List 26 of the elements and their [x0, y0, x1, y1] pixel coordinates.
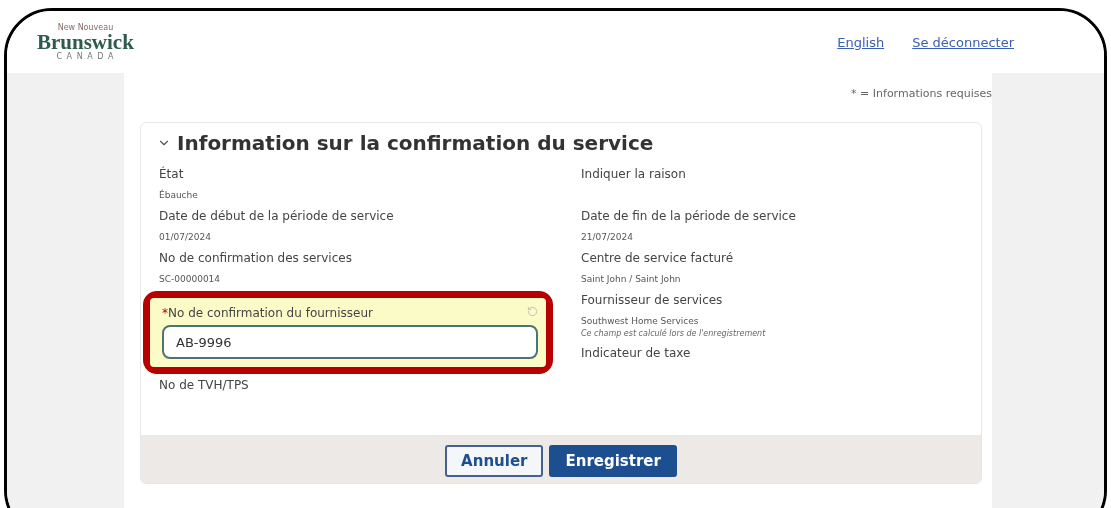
field-label: No de confirmation du fournisseur — [168, 306, 373, 320]
field-label: Indicateur de taxe — [581, 346, 692, 360]
field-label: Indiquer la raison — [581, 167, 687, 181]
field-value: Southwest Home Services — [581, 316, 700, 326]
header-link[interactable]: English — [837, 34, 885, 50]
input-field[interactable]: AB-9996 — [162, 325, 538, 359]
field-label: Date de début de la période de service — [159, 209, 395, 223]
required-mark: * — [162, 306, 168, 320]
field-value: 01/07/2024 — [159, 232, 212, 242]
cancel-button[interactable]: Annuler — [445, 445, 544, 477]
field-label: Date de fin de la période de service — [581, 209, 797, 223]
required-note: * = Informations requises — [851, 87, 992, 100]
header-link[interactable]: Se déconnecter — [912, 34, 1014, 50]
save-button[interactable]: Enregistrer — [549, 445, 677, 477]
province-logo[interactable]: New Nouveau Brunswick C A N A D A — [37, 23, 134, 61]
field-note: Ce champ est calculé lors de l'enregistrement — [581, 329, 767, 338]
section-title: Information sur la confirmation du service — [177, 131, 654, 155]
field-value: Saint John / Saint John — [581, 274, 682, 284]
field-value: Ébauche — [159, 190, 199, 200]
field-label: État — [159, 167, 185, 181]
field-label: Fournisseur de services — [581, 293, 724, 307]
field-value: 21/07/2024 — [581, 232, 634, 242]
field-value: SC-00000014 — [159, 274, 222, 284]
field-label: Centre de service facturé — [581, 251, 735, 265]
field-label: No de TVH/TPS — [159, 378, 250, 392]
field-label: No de confirmation des services — [159, 251, 353, 265]
